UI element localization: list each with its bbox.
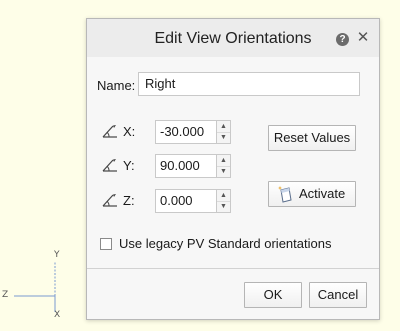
angle-icon	[102, 159, 117, 172]
footer-divider	[87, 268, 379, 269]
z-value-input[interactable]: 0.000	[155, 189, 217, 213]
name-input[interactable]: Right	[138, 72, 360, 96]
coordinate-triad	[14, 262, 56, 312]
dialog-titlebar[interactable]: Edit View Orientations ? ✕	[87, 19, 379, 57]
y-decrement-button[interactable]: ▼	[217, 166, 230, 177]
reset-values-button[interactable]: Reset Values	[268, 125, 356, 151]
legacy-orientations-label[interactable]: Use legacy PV Standard orientations	[119, 236, 331, 251]
z-spinner: ▲ ▼	[217, 189, 231, 213]
z-rotation-row: Z: 0.000 ▲ ▼	[101, 189, 241, 213]
y-rotation-row: Y: 90.000 ▲ ▼	[101, 154, 241, 178]
legacy-orientations-checkbox[interactable]	[100, 238, 112, 250]
x-rotation-row: X: -30.000 ▲ ▼	[101, 120, 241, 144]
cancel-button[interactable]: Cancel	[309, 282, 367, 308]
triad-z-label: Z	[2, 290, 9, 300]
help-icon[interactable]: ?	[336, 33, 349, 46]
activate-icon	[277, 186, 292, 203]
triad-y-label: Y	[54, 250, 60, 260]
angle-icon	[102, 125, 117, 138]
x-label: X:	[123, 124, 136, 139]
ok-button[interactable]: OK	[244, 282, 302, 308]
triad-x-label: X	[54, 310, 61, 320]
activate-label: Activate	[299, 186, 346, 201]
edit-view-orientations-dialog: Edit View Orientations ? ✕ Name: Right X…	[86, 18, 380, 320]
x-decrement-button[interactable]: ▼	[217, 132, 230, 143]
close-icon[interactable]: ✕	[356, 28, 370, 48]
y-label: Y:	[123, 158, 135, 173]
y-spinner: ▲ ▼	[217, 154, 231, 178]
graphics-viewport[interactable]: Y Z X Edit View Orientations ? ✕ Name: R…	[0, 0, 400, 331]
x-spinner: ▲ ▼	[217, 120, 231, 144]
z-label: Z:	[123, 193, 135, 208]
y-value-input[interactable]: 90.000	[155, 154, 217, 178]
name-label: Name:	[97, 78, 136, 93]
x-value-input[interactable]: -30.000	[155, 120, 217, 144]
z-decrement-button[interactable]: ▼	[217, 201, 230, 212]
activate-button[interactable]: Activate	[268, 181, 356, 207]
angle-icon	[102, 194, 117, 207]
